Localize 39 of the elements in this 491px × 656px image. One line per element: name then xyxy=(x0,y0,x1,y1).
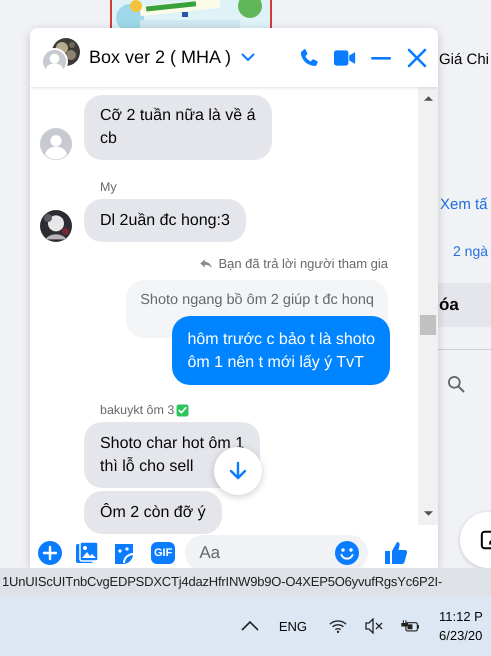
message-bubble: Cỡ 2 tuần nữa là về á cb xyxy=(84,95,272,160)
clock-date[interactable]: 6/23/20 xyxy=(439,626,482,645)
plus-icon[interactable] xyxy=(38,541,62,565)
sender-name: bakuykt ôm 3 xyxy=(100,403,174,417)
avatar-icon xyxy=(40,128,72,160)
speaker-muted-icon[interactable] xyxy=(365,618,383,634)
chat-title[interactable]: Box ver 2 ( MHA ) xyxy=(89,47,232,68)
link-preview-bar: 1UnUIScUITnbCvgEDPSDXCTj4dazHfrINW9b9O-O4XEP5O6yvufRgsYc6P2I- xyxy=(0,568,491,596)
close-icon[interactable] xyxy=(406,46,428,68)
avatar-icon xyxy=(41,48,68,74)
reply-note: Bạn đã trả lời người tham gia xyxy=(218,256,388,271)
sender-name: My xyxy=(100,180,117,194)
scrollbar[interactable] xyxy=(418,87,438,525)
language-indicator[interactable]: ENG xyxy=(278,618,307,634)
scroll-down-button[interactable] xyxy=(214,447,262,495)
thumbs-up-icon[interactable] xyxy=(384,541,408,565)
message-bubble: hôm trước c bảo t là shoto ôm 1 nên t mới lấy ý TvT xyxy=(172,316,390,385)
scroll-down-arrow-icon[interactable] xyxy=(424,511,432,517)
sticker-icon[interactable] xyxy=(112,541,136,565)
battery-charging-icon[interactable] xyxy=(401,618,419,634)
scrollbar-thumb[interactable] xyxy=(420,315,436,335)
emoji-icon[interactable] xyxy=(335,541,360,565)
image-icon[interactable] xyxy=(75,541,99,565)
message-field[interactable]: Aa xyxy=(185,535,368,568)
scroll-up-arrow-icon[interactable] xyxy=(424,95,432,101)
chevron-up-icon[interactable] xyxy=(240,621,259,631)
reply-icon xyxy=(199,256,214,270)
search-icon xyxy=(446,374,466,394)
message-bubble: Ôm 2 còn đỡ ý xyxy=(84,491,222,534)
clock-time[interactable]: 11:12 P xyxy=(439,607,483,626)
chevron-down-icon[interactable] xyxy=(241,53,256,62)
see-all-link[interactable]: Xem tấ xyxy=(440,196,488,213)
wifi-icon[interactable] xyxy=(329,618,347,634)
message-bubble: Dl 2uần đc hong:3 xyxy=(84,199,246,242)
gif-button[interactable]: GIF xyxy=(151,542,176,564)
page-heading: Giá Chi xyxy=(439,51,490,68)
phone-icon[interactable] xyxy=(298,46,320,68)
arrow-down-icon xyxy=(228,461,248,481)
timestamp-link[interactable]: 2 ngà xyxy=(453,243,488,259)
